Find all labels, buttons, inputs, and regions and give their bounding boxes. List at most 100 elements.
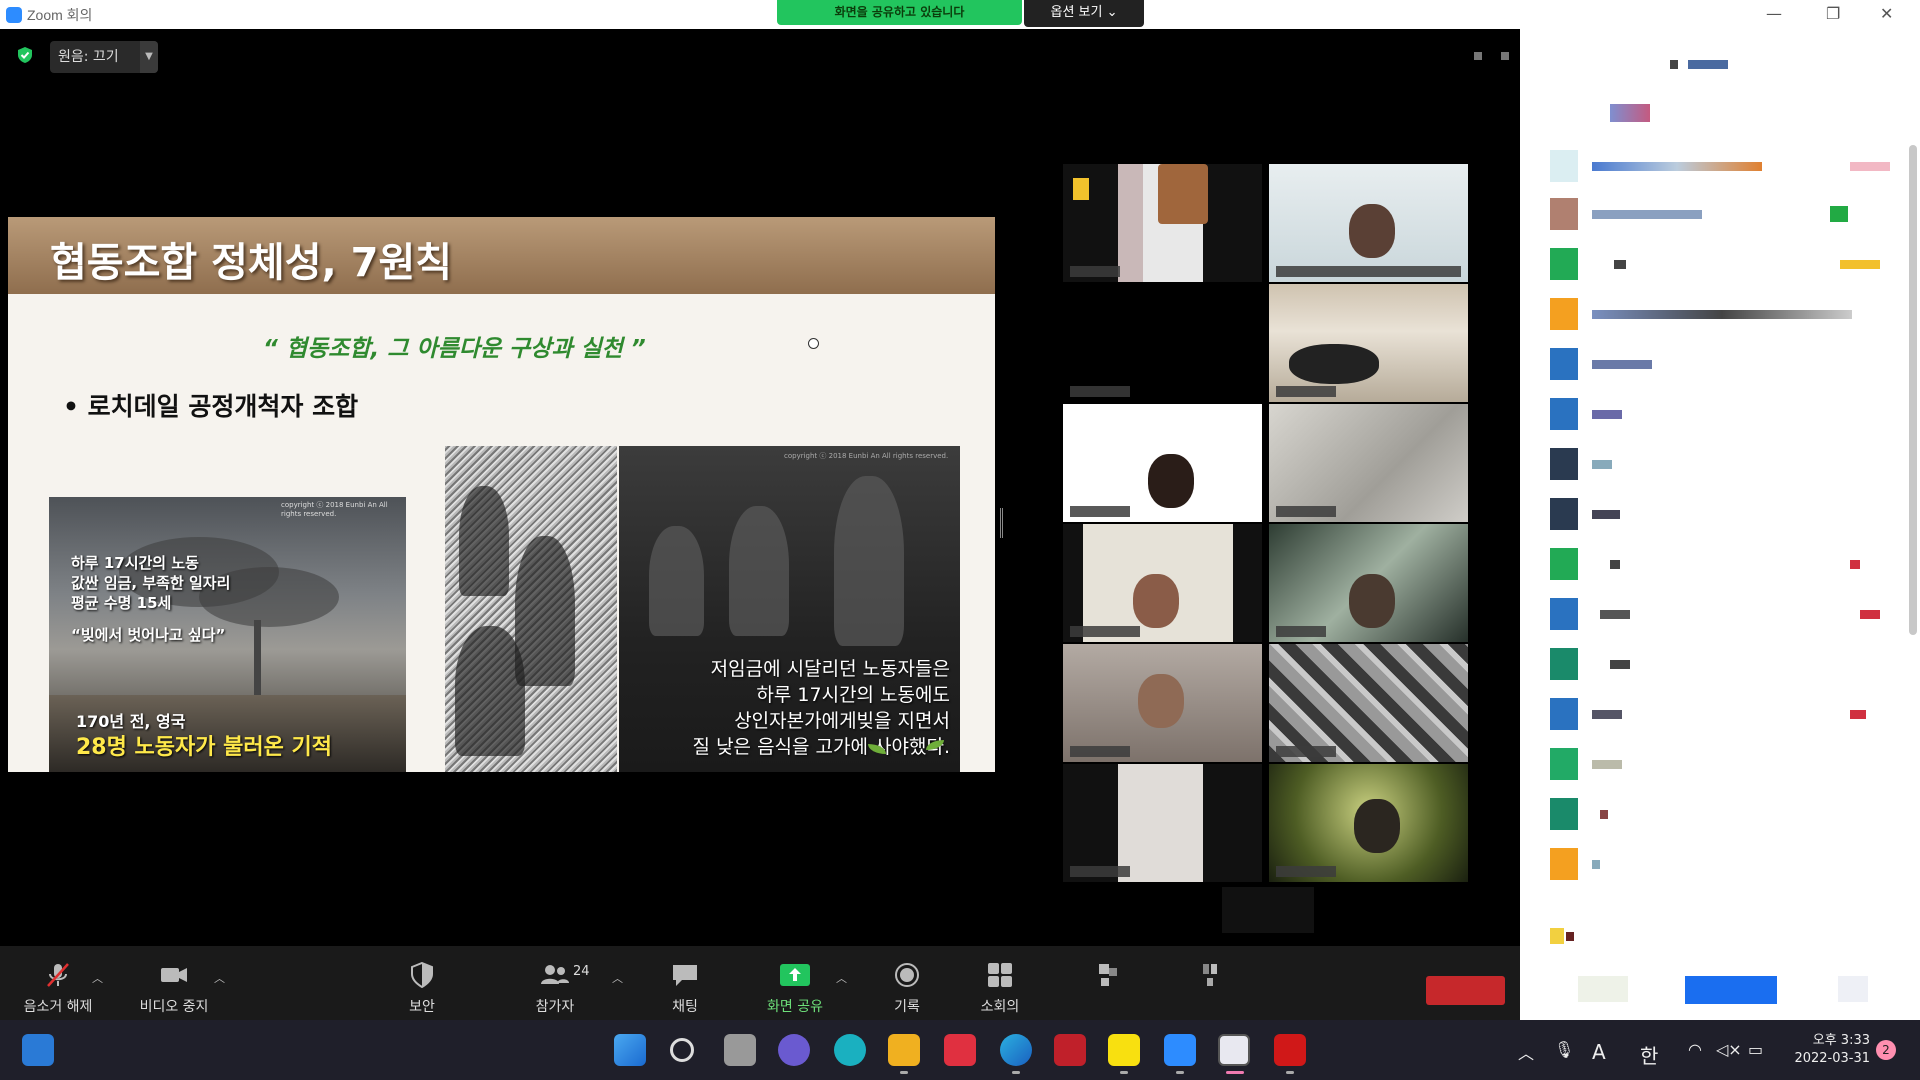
security-label: 보안: [409, 999, 435, 1015]
original-sound-toggle[interactable]: 원음: 끄기 ▼: [50, 41, 158, 73]
participant-video-tile[interactable]: [1269, 524, 1468, 642]
participant-video-tile[interactable]: [1269, 404, 1468, 522]
list-item[interactable]: [1550, 150, 1890, 182]
share-screen-icon: [780, 964, 810, 986]
more-button[interactable]: [1160, 946, 1260, 1020]
side-panel: — ❐ ✕: [1520, 0, 1920, 1020]
more-participants-tile[interactable]: [1222, 887, 1314, 933]
share-screen-button[interactable]: 화면 공유: [745, 946, 845, 1020]
worker-figure: [729, 506, 789, 636]
panel-action-button[interactable]: [1578, 976, 1628, 1002]
edge-browser-icon[interactable]: [1000, 1034, 1032, 1066]
end-meeting-button[interactable]: [1426, 976, 1505, 1005]
microphone-icon[interactable]: 🎙: [1554, 1040, 1574, 1059]
participant-video-tile[interactable]: [1269, 644, 1468, 762]
encryption-shield-icon[interactable]: [16, 46, 34, 64]
start-menu-icon[interactable]: [614, 1034, 646, 1066]
panel-primary-button[interactable]: [1685, 976, 1777, 1004]
screen-share-banner[interactable]: 화면을 공유하고 있습니다: [777, 0, 1022, 25]
caption-line-1: 저임금에 시달리던 노동자들은: [710, 658, 950, 680]
system-clock[interactable]: 오후 3:33 2022-03-31: [1780, 1032, 1870, 1068]
sync-app-icon[interactable]: [944, 1034, 976, 1066]
participant-video-tile[interactable]: [1269, 164, 1468, 282]
participant-video-tile[interactable]: [1063, 524, 1262, 642]
unmute-label: 음소거 해제: [23, 999, 93, 1015]
clock-date: 2022-03-31: [1794, 1051, 1870, 1066]
fullscreen-icon[interactable]: [1501, 52, 1510, 60]
speaker-muted-icon[interactable]: ◁×: [1716, 1040, 1742, 1059]
windows-taskbar: ︿ 🎙 A 한 ◠ ◁× ▭ 오후 3:33 2022-03-31 2: [0, 1020, 1920, 1080]
chevron-down-icon[interactable]: ▼: [140, 41, 158, 73]
list-item[interactable]: [1550, 498, 1890, 530]
participant-video-tile[interactable]: [1063, 284, 1262, 402]
view-options-button[interactable]: 옵션 보기 ⌄: [1024, 0, 1144, 27]
list-item[interactable]: [1550, 798, 1890, 830]
zoom-app-icon[interactable]: [1164, 1034, 1196, 1066]
participant-count: 24: [573, 964, 590, 979]
list-item[interactable]: [1550, 298, 1890, 330]
participant-video-tile[interactable]: [1063, 644, 1262, 762]
security-button[interactable]: 보안: [372, 946, 472, 1020]
search-icon[interactable]: [670, 1038, 694, 1062]
panel-scrollbar[interactable]: [1909, 145, 1917, 635]
video-camera-icon: [161, 968, 187, 982]
list-item[interactable]: [1550, 748, 1890, 780]
chat-button[interactable]: 채팅: [635, 946, 735, 1020]
list-item[interactable]: [1550, 698, 1890, 730]
task-view-icon[interactable]: [724, 1034, 756, 1066]
view-toggle-icon[interactable]: [1474, 52, 1482, 60]
participant-video-tile[interactable]: [1269, 284, 1468, 402]
apps-icon: [1099, 964, 1117, 986]
participant-video-tile[interactable]: [1269, 764, 1468, 882]
app-icon[interactable]: [834, 1034, 866, 1066]
list-item[interactable]: [1550, 248, 1890, 280]
participant-name-tag: [1276, 626, 1326, 637]
list-item[interactable]: [1550, 348, 1890, 380]
list-item[interactable]: [1550, 598, 1890, 630]
participant-name-tag: [1276, 746, 1336, 757]
minimize-icon[interactable]: —: [1766, 4, 1782, 23]
share-options-caret[interactable]: ︿: [836, 970, 847, 986]
stop-video-button[interactable]: 비디오 중지: [124, 946, 224, 1020]
kakaotalk-icon[interactable]: [1108, 1034, 1140, 1066]
shield-icon: [411, 961, 433, 989]
widgets-icon[interactable]: [22, 1034, 54, 1066]
list-item[interactable]: [1550, 648, 1890, 680]
notification-badge[interactable]: 2: [1876, 1040, 1896, 1060]
battery-icon[interactable]: ▭: [1748, 1040, 1763, 1059]
participants-options-caret[interactable]: ︿: [612, 970, 623, 986]
video-options-caret[interactable]: ︿: [214, 970, 225, 986]
record-button[interactable]: 기록: [857, 946, 957, 1020]
participant-video-tile[interactable]: [1063, 164, 1262, 282]
file-explorer-icon[interactable]: [888, 1034, 920, 1066]
media-app-icon[interactable]: [1054, 1034, 1086, 1066]
snipping-tool-icon[interactable]: [1218, 1034, 1250, 1066]
list-item[interactable]: [1550, 398, 1890, 430]
close-icon[interactable]: ✕: [1880, 4, 1893, 23]
split-view-handle[interactable]: [1000, 508, 1003, 538]
apps-button[interactable]: [1058, 946, 1158, 1020]
input-language-han[interactable]: 한: [1640, 1040, 1658, 1069]
active-speaker-tile[interactable]: [1063, 404, 1262, 522]
participant-video-tile[interactable]: [1063, 764, 1262, 882]
clock-time: 오후 3:33: [1812, 1033, 1870, 1048]
panel-secondary-button[interactable]: [1838, 976, 1868, 1002]
wifi-icon[interactable]: ◠: [1688, 1040, 1702, 1059]
breakout-rooms-button[interactable]: 소회의: [950, 946, 1050, 1020]
list-item[interactable]: [1550, 448, 1890, 480]
participants-button[interactable]: 참가자: [505, 946, 605, 1020]
audio-options-caret[interactable]: ︿: [92, 970, 103, 986]
acrobat-reader-icon[interactable]: [1274, 1034, 1306, 1066]
show-hidden-icons-icon[interactable]: ︿: [1518, 1040, 1534, 1064]
list-item[interactable]: [1550, 848, 1890, 880]
teams-chat-icon[interactable]: [778, 1034, 810, 1066]
more-icon: [1203, 964, 1217, 986]
restore-icon[interactable]: ❐: [1826, 4, 1840, 23]
list-item[interactable]: [1550, 198, 1890, 230]
factory-photo: copyright ⓒ 2018 Eunbi An All rights res…: [49, 497, 406, 772]
input-language-a[interactable]: A: [1592, 1040, 1606, 1064]
shared-screen-slide: 협동조합 정체성, 7원칙 “ 협동조합, 그 아름다운 구상과 실천 ” • …: [8, 217, 995, 772]
running-indicator: [1176, 1071, 1184, 1074]
list-item[interactable]: [1550, 548, 1890, 580]
list-item[interactable]: [1550, 920, 1890, 952]
